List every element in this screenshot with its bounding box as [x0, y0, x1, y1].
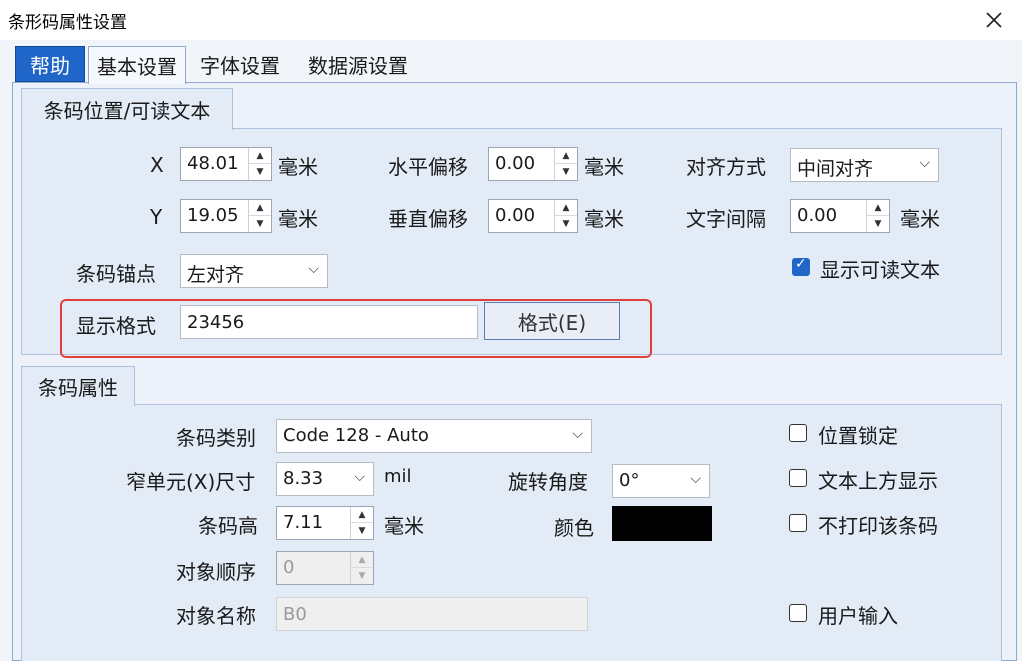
- spin-down-icon[interactable]: ▼: [555, 216, 577, 232]
- chevron-down-icon: ⌵: [690, 471, 701, 487]
- text-above-label: 文本上方显示: [818, 469, 938, 493]
- narrow-value: 8.33: [283, 468, 324, 489]
- h-offset-spinbox[interactable]: 0.00 ▲ ▼: [488, 147, 578, 181]
- tab-font-settings[interactable]: 字体设置: [190, 46, 290, 82]
- align-value: 中间对齐: [797, 158, 874, 180]
- v-offset-unit: 毫米: [584, 207, 624, 231]
- order-spinbox: 0 ▲ ▼: [276, 551, 374, 585]
- chevron-down-icon: ⌵: [308, 261, 319, 277]
- y-spinbox[interactable]: 19.05 ▲ ▼: [180, 199, 272, 233]
- y-label: Y: [150, 205, 163, 229]
- order-value: 0: [283, 557, 295, 578]
- narrow-select[interactable]: 8.33 ⌵: [276, 462, 374, 496]
- no-print-label: 不打印该条码: [818, 514, 938, 538]
- color-label: 颜色: [554, 516, 594, 540]
- h-offset-value: 0.00: [495, 153, 536, 174]
- x-value: 48.01: [187, 153, 239, 174]
- anchor-label: 条码锚点: [76, 262, 156, 286]
- y-value: 19.05: [187, 205, 239, 226]
- rotation-value: 0°: [619, 470, 640, 491]
- name-label: 对象名称: [176, 604, 256, 628]
- spin-up-icon[interactable]: ▲: [249, 148, 271, 164]
- spin-up-icon[interactable]: ▲: [555, 200, 577, 216]
- h-offset-label: 水平偏移: [388, 155, 468, 179]
- spin-down-icon[interactable]: ▼: [555, 164, 577, 180]
- title-bar: [0, 0, 1022, 41]
- align-select[interactable]: 中间对齐 ⌵: [790, 148, 939, 182]
- spacing-spinbox[interactable]: 0.00 ▲ ▼: [790, 199, 890, 233]
- v-offset-label: 垂直偏移: [388, 207, 468, 231]
- spin-up-icon: ▲: [351, 552, 373, 568]
- height-unit: 毫米: [384, 514, 424, 538]
- spin-down-icon[interactable]: ▼: [249, 164, 271, 180]
- spin-down-icon[interactable]: ▼: [249, 216, 271, 232]
- name-value: B0: [283, 604, 307, 625]
- x-label: X: [150, 153, 164, 177]
- height-label: 条码高: [198, 514, 258, 538]
- spin-up-icon[interactable]: ▲: [351, 507, 373, 523]
- user-input-checkbox[interactable]: [789, 604, 807, 622]
- height-value: 7.11: [283, 512, 324, 533]
- show-text-label: 显示可读文本: [820, 258, 940, 282]
- highlight-frame: [60, 299, 652, 358]
- tab-datasource-settings[interactable]: 数据源设置: [296, 46, 420, 82]
- no-print-checkbox[interactable]: [789, 514, 807, 532]
- order-label: 对象顺序: [176, 560, 256, 584]
- spin-down-icon[interactable]: ▼: [351, 523, 373, 539]
- lock-label: 位置锁定: [818, 424, 898, 448]
- y-unit: 毫米: [278, 207, 318, 231]
- height-spinbox[interactable]: 7.11 ▲ ▼: [276, 506, 374, 540]
- name-input: B0: [276, 597, 588, 631]
- narrow-unit: mil: [384, 466, 412, 487]
- chevron-down-icon: ⌵: [572, 426, 583, 442]
- x-spinbox[interactable]: 48.01 ▲ ▼: [180, 147, 272, 181]
- anchor-value: 左对齐: [187, 264, 245, 286]
- v-offset-value: 0.00: [495, 205, 536, 226]
- position-group-title[interactable]: 条码位置/可读文本: [21, 88, 233, 130]
- tab-basic-settings[interactable]: 基本设置: [88, 46, 186, 84]
- spin-down-icon: ▼: [358, 571, 366, 581]
- close-button[interactable]: [976, 4, 1012, 36]
- rotation-label: 旋转角度: [508, 470, 588, 494]
- spin-up-icon[interactable]: ▲: [249, 200, 271, 216]
- type-select[interactable]: Code 128 - Auto ⌵: [276, 419, 592, 453]
- anchor-select[interactable]: 左对齐 ⌵: [180, 254, 328, 288]
- type-value: Code 128 - Auto: [283, 425, 429, 446]
- h-offset-unit: 毫米: [584, 155, 624, 179]
- window-title: 条形码属性设置: [8, 13, 127, 33]
- spin-up-icon[interactable]: ▲: [867, 200, 889, 216]
- spacing-unit: 毫米: [900, 207, 940, 231]
- show-text-checkbox[interactable]: [792, 256, 810, 276]
- tab-help[interactable]: 帮助: [15, 46, 85, 82]
- align-label: 对齐方式: [686, 155, 766, 179]
- spacing-value: 0.00: [797, 205, 838, 226]
- spin-up-icon[interactable]: ▲: [555, 148, 577, 164]
- user-input-label: 用户输入: [818, 604, 898, 628]
- spin-down-icon[interactable]: ▼: [867, 216, 889, 232]
- color-swatch[interactable]: [612, 506, 712, 541]
- v-offset-spinbox[interactable]: 0.00 ▲ ▼: [488, 199, 578, 233]
- narrow-label: 窄单元(X)尺寸: [126, 470, 256, 494]
- spacing-label: 文字间隔: [686, 207, 766, 231]
- barcode-group-title[interactable]: 条码属性: [21, 366, 135, 406]
- chevron-down-icon: ⌵: [354, 469, 365, 485]
- x-unit: 毫米: [278, 155, 318, 179]
- rotation-select[interactable]: 0° ⌵: [612, 464, 710, 498]
- text-above-checkbox[interactable]: [789, 469, 807, 487]
- lock-checkbox[interactable]: [789, 424, 807, 442]
- close-icon: [986, 12, 1002, 28]
- chevron-down-icon: ⌵: [919, 155, 930, 171]
- type-label: 条码类别: [176, 426, 256, 450]
